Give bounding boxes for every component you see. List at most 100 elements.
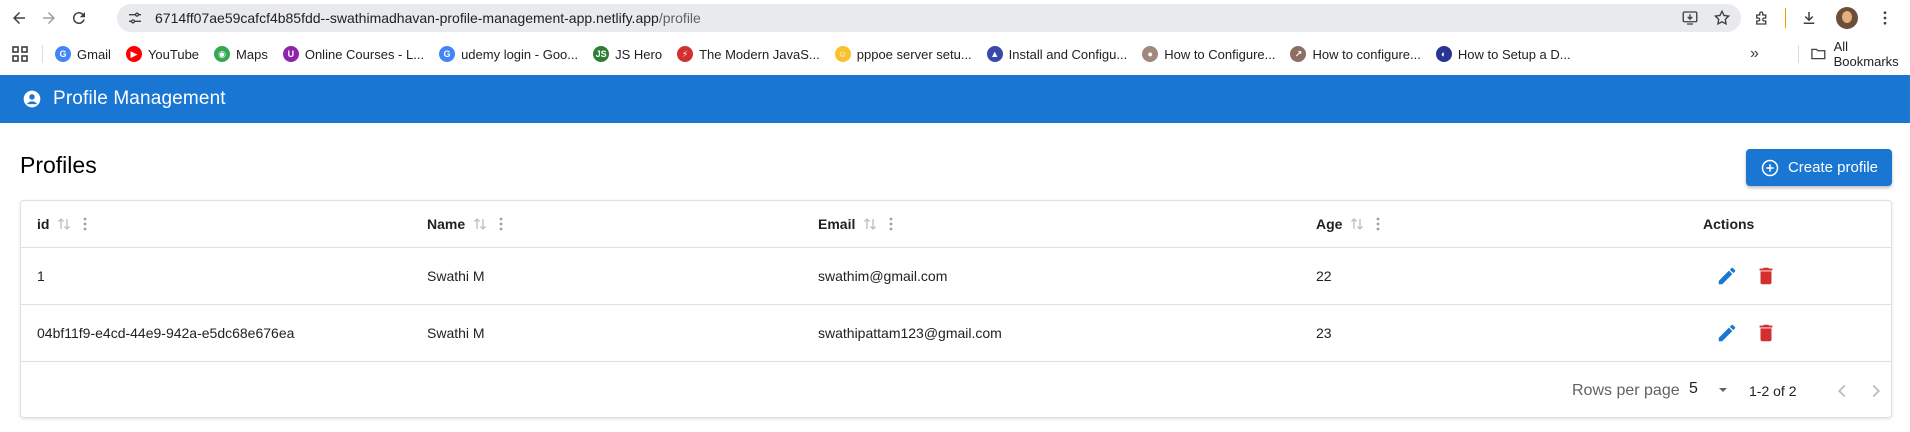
trash-icon [1759, 267, 1773, 285]
extensions-button[interactable] [1743, 0, 1781, 36]
sort-arrows-icon[interactable] [1349, 216, 1365, 232]
downloads-button[interactable] [1790, 0, 1828, 36]
bookmark-favicon-icon: G [55, 46, 71, 62]
forward-button[interactable] [34, 0, 64, 36]
column-header-name[interactable]: Name [427, 201, 508, 247]
folder-icon [1811, 48, 1826, 60]
vertical-dots-icon[interactable] [78, 216, 92, 232]
table-row[interactable]: 1 Swathi M swathim@gmail.com 22 [21, 248, 1891, 305]
column-header-actions: Actions [1703, 201, 1754, 247]
sort-arrows-icon[interactable] [862, 216, 878, 232]
bookmark-item[interactable]: Gudemy login - Goo... [439, 46, 578, 62]
chevron-left-icon[interactable] [1831, 380, 1853, 402]
vertical-dots-icon[interactable] [1371, 216, 1385, 232]
vertical-dots-icon [1883, 11, 1887, 25]
bookmark-item[interactable]: ☺ pppoe server setu... [834, 46, 972, 62]
column-header-email[interactable]: Email [818, 201, 898, 247]
avatar [1836, 7, 1858, 29]
site-settings-icon[interactable] [127, 10, 143, 26]
create-profile-button[interactable]: Create profile [1746, 149, 1892, 186]
cell-id: 1 [37, 268, 45, 284]
bookmark-favicon-icon: ↗ [1290, 46, 1307, 62]
address-bar[interactable]: 6714ff07ae59cafcf4b85fdd--swathimadhavan… [117, 4, 1741, 32]
caret-down-icon[interactable] [1715, 382, 1731, 398]
bookmark-item[interactable]: ↗ How to configure... [1290, 46, 1421, 62]
pagination-range: 1-2 of 2 [1749, 383, 1797, 399]
bookmark-favicon-icon: ▶ [125, 46, 142, 62]
all-bookmarks-button[interactable]: All Bookmarks [1798, 36, 1910, 72]
delete-button[interactable] [1750, 260, 1782, 292]
bookmark-label: JS Hero [615, 46, 663, 62]
bookmark-item[interactable]: G Gmail [55, 46, 111, 62]
cell-age: 22 [1316, 268, 1332, 284]
bookmarks-separator [42, 45, 43, 63]
column-header-age[interactable]: Age [1316, 201, 1385, 247]
bookmark-favicon-icon: ● [1142, 46, 1159, 62]
apps-grid-icon[interactable] [12, 46, 28, 62]
app-bar: Profile Management [0, 75, 1910, 123]
sort-arrows-icon[interactable] [56, 216, 72, 232]
bookmark-label: Install and Configu... [1008, 46, 1128, 62]
more-bookmarks-button[interactable]: » [1750, 45, 1759, 63]
bookmark-item[interactable]: JS JS Hero [593, 46, 662, 62]
bookmark-label: udemy login - Goo... [461, 46, 579, 62]
edit-button[interactable] [1711, 260, 1743, 292]
account-circle-icon [23, 90, 41, 108]
rows-per-page-label: Rows per page [1572, 382, 1680, 399]
star-icon[interactable] [1713, 9, 1731, 27]
browser-toolbar: 6714ff07ae59cafcf4b85fdd--swathimadhavan… [0, 0, 1910, 36]
url-host: 6714ff07ae59cafcf4b85fdd--swathimadhavan… [155, 10, 659, 26]
reload-button[interactable] [64, 0, 94, 36]
pencil-icon [1718, 324, 1736, 342]
url-text: 6714ff07ae59cafcf4b85fdd--swathimadhavan… [155, 10, 701, 26]
add-circle-icon [1761, 159, 1779, 176]
pencil-icon [1718, 267, 1736, 285]
bookmark-label: Maps [236, 46, 268, 62]
page-title: Profiles [20, 152, 97, 178]
cell-age: 23 [1316, 325, 1332, 341]
create-profile-label: Create profile [1787, 159, 1879, 176]
cell-name: Swathi M [427, 268, 485, 284]
column-header-id[interactable]: id [37, 201, 92, 247]
bookmark-label: How to configure... [1312, 46, 1421, 62]
bookmark-label: How to Setup a D... [1457, 46, 1571, 62]
bookmark-favicon-icon: U [282, 46, 299, 62]
download-icon [1803, 12, 1815, 24]
back-button[interactable] [4, 0, 34, 36]
sort-arrows-icon[interactable] [472, 216, 488, 232]
vertical-dots-icon[interactable] [884, 216, 898, 232]
bookmark-item[interactable]: ◉ Maps [214, 46, 268, 62]
all-bookmarks-label: All Bookmarks [1833, 39, 1899, 69]
bookmark-label: pppoe server setu... [856, 46, 972, 62]
chevron-right-icon[interactable] [1865, 380, 1887, 402]
bookmark-item[interactable]: ▶ YouTube [125, 46, 199, 62]
arrow-left-icon [13, 12, 25, 24]
vertical-dots-icon[interactable] [494, 216, 508, 232]
bookmark-favicon-icon: ◉ [214, 46, 231, 62]
delete-button[interactable] [1750, 317, 1782, 349]
profile-button[interactable] [1828, 0, 1866, 36]
bookmark-label: Online Courses - L... [304, 46, 425, 62]
bookmark-label: How to Configure... [1164, 46, 1276, 62]
bookmark-item[interactable]: ● How to Configure... [1142, 46, 1275, 62]
install-app-icon[interactable] [1681, 9, 1699, 27]
column-header-label: Age [1316, 216, 1343, 232]
bookmark-favicon-icon: G [439, 46, 456, 62]
bookmark-favicon-icon: ⚡ [677, 46, 694, 62]
bookmark-item[interactable]: ▲ Install and Configu... [986, 46, 1128, 62]
column-header-label: Actions [1703, 216, 1755, 232]
cell-email: swathim@gmail.com [818, 268, 948, 284]
browser-menu-button[interactable] [1866, 0, 1904, 36]
arrow-right-icon [43, 12, 55, 24]
rows-per-page-select[interactable]: 5 [1689, 380, 1698, 398]
table-row[interactable]: 04bf11f9-e4cd-44e9-942a-e5dc68e676ea Swa… [21, 305, 1891, 362]
cell-id: 04bf11f9-e4cd-44e9-942a-e5dc68e676ea [37, 325, 295, 341]
edit-button[interactable] [1711, 317, 1743, 349]
bookmark-item[interactable]: ⚡ The Modern JavaS... [677, 46, 820, 62]
bookmarks-bar: G Gmail ▶ YouTube ◉ Maps U Online Courses - L..… [0, 36, 1910, 72]
table-pagination: Rows per page 5 1-2 of 2 [21, 362, 1891, 419]
bookmark-item[interactable]: ◐ How to Setup a D... [1435, 46, 1571, 62]
bookmark-favicon-icon: JS [593, 46, 610, 62]
bookmark-item[interactable]: U Online Courses - L... [282, 46, 425, 62]
cell-email: swathipattam123@gmail.com [818, 325, 1002, 341]
